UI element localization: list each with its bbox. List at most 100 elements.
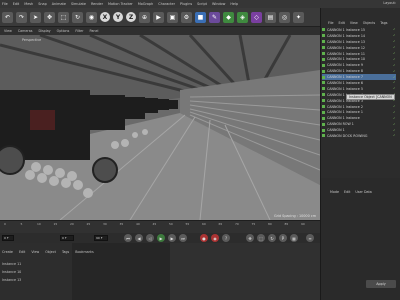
current-frame-field[interactable]: 0 F (60, 235, 74, 241)
scene-icon[interactable]: ▤ (265, 11, 276, 23)
menu-item[interactable]: Edit (13, 2, 20, 6)
bottom-menu-item[interactable]: Object (45, 250, 56, 254)
viewport-menu-item[interactable]: Panel (90, 29, 99, 33)
visibility-check-icon[interactable]: ✓ (393, 116, 396, 120)
object-list-item[interactable]: CANNON DOCK ROWING ✓ (322, 133, 396, 139)
coordinate-system-icon[interactable]: ⊕ (139, 11, 150, 23)
visibility-check-icon[interactable]: ✓ (393, 122, 396, 126)
viewport-menu-item[interactable]: View (4, 29, 12, 33)
bottom-menu-item[interactable]: Bookmarks (75, 250, 93, 254)
visibility-check-icon[interactable]: ✓ (393, 110, 396, 114)
rotate-icon[interactable]: ↻ (72, 11, 83, 23)
render-settings-icon[interactable]: ⚙ (181, 11, 192, 23)
menu-item[interactable]: Help (230, 2, 238, 6)
visibility-check-icon[interactable]: ✓ (393, 105, 396, 108)
go-start-icon[interactable]: ⏮ (124, 234, 132, 242)
visibility-check-icon[interactable]: ✓ (393, 46, 396, 49)
redo-icon[interactable]: ↷ (16, 11, 27, 23)
visibility-check-icon[interactable]: ✓ (393, 34, 396, 37)
menu-item[interactable]: Script (197, 2, 207, 6)
visibility-check-icon[interactable]: ✓ (393, 28, 396, 31)
visibility-check-icon[interactable]: ✓ (393, 57, 396, 61)
menu-item[interactable]: Character (158, 2, 175, 6)
object-manager-menu-item[interactable]: Edit (339, 21, 345, 25)
bottom-menu-item[interactable]: Edit (19, 250, 25, 254)
object-manager-menu-item[interactable]: Objects (363, 21, 375, 25)
z-axis-button[interactable]: Z (126, 12, 136, 22)
menu-item[interactable]: Simulate (71, 2, 86, 6)
attributes-tab[interactable]: User Data (355, 190, 371, 194)
x-axis-button[interactable]: X (100, 12, 110, 22)
light-icon[interactable]: ✦ (293, 11, 304, 23)
apply-button[interactable]: Apply (366, 280, 396, 288)
record-icon[interactable]: ● (200, 234, 208, 242)
layout-label[interactable]: Layout: (383, 1, 396, 5)
visibility-check-icon[interactable]: ✓ (393, 63, 396, 67)
visibility-check-icon[interactable]: ✓ (393, 81, 396, 84)
menu-item[interactable]: Render (91, 2, 103, 6)
menu-item[interactable]: Animate (52, 2, 66, 6)
object-manager-menu-item[interactable]: View (350, 21, 358, 25)
viewport-menu-item[interactable]: Cameras (18, 29, 33, 33)
select-icon[interactable]: ➤ (30, 11, 41, 23)
position-key-icon[interactable]: ✥ (246, 234, 254, 242)
cube-icon[interactable]: ■ (195, 11, 206, 23)
move-icon[interactable]: ✥ (44, 11, 55, 23)
visibility-check-icon[interactable]: ✓ (393, 134, 396, 137)
attributes-tab[interactable]: Mode (330, 190, 339, 194)
menu-item[interactable]: Snap (38, 2, 47, 6)
visibility-check-icon[interactable]: ✓ (393, 40, 396, 43)
list-item[interactable]: Instance 11 (2, 262, 21, 266)
pen-icon[interactable]: ✎ (209, 11, 220, 23)
menu-item[interactable]: Motion Tracker (108, 2, 133, 6)
end-frame-field[interactable]: 90 F (94, 235, 108, 241)
viewport-menu-item[interactable]: Display (38, 29, 50, 33)
play-icon[interactable]: ▶ (157, 234, 165, 242)
timeline-menu-icon[interactable]: ≡ (306, 234, 314, 242)
start-frame-field[interactable]: 0 F (2, 235, 14, 241)
render-picture-icon[interactable]: ▣ (167, 11, 178, 23)
recent-icon[interactable]: ◉ (86, 11, 97, 23)
autokey-icon[interactable]: ◉ (211, 234, 219, 242)
menu-item[interactable]: MoGraph (138, 2, 153, 6)
go-end-icon[interactable]: ⏭ (179, 234, 187, 242)
menu-item[interactable]: File (2, 2, 8, 6)
param-key-icon[interactable]: P (279, 234, 287, 242)
prev-key-icon[interactable]: ◀ (135, 234, 143, 242)
scale-icon[interactable]: ⬚ (58, 11, 69, 23)
visibility-check-icon[interactable]: ✓ (393, 52, 396, 55)
object-manager-menu-item[interactable]: Tags (380, 21, 387, 25)
visibility-check-icon[interactable]: ✓ (393, 87, 396, 90)
menu-item[interactable]: Mesh (24, 2, 33, 6)
visibility-check-icon[interactable]: ✓ (393, 128, 396, 132)
object-manager-menu-item[interactable]: File (328, 21, 334, 25)
menu-item[interactable]: Plugins (180, 2, 192, 6)
list-item[interactable]: Instance 10 (2, 270, 21, 274)
timeline-ruler[interactable]: 0 5 10 15 20 25 30 35 40 45 50 55 60 65 70 75 80 85 90 (0, 220, 320, 233)
render-view-icon[interactable]: ▶ (153, 11, 164, 23)
keyframe-selection-icon[interactable]: ? (222, 234, 230, 242)
list-item[interactable]: Instance 13 (2, 278, 21, 282)
rotation-key-icon[interactable]: ↻ (268, 234, 276, 242)
cloner-icon[interactable]: ◈ (237, 11, 248, 23)
deformer-icon[interactable]: ◇ (251, 11, 262, 23)
bottom-menu-item[interactable]: Tags (62, 250, 69, 254)
material-panel[interactable] (170, 243, 320, 300)
bottom-menu-item[interactable]: View (31, 250, 39, 254)
viewport-menu-item[interactable]: Options (57, 29, 70, 33)
subdivision-icon[interactable]: ◆ (223, 11, 234, 23)
attributes-tab[interactable]: Edit (344, 190, 350, 194)
3d-viewport[interactable]: Grid Spacing : 10000 cm (0, 35, 320, 220)
y-axis-button[interactable]: Y (113, 12, 123, 22)
play-back-icon[interactable]: ◁ (146, 234, 154, 242)
viewport-menu-item[interactable]: Filter (75, 29, 83, 33)
bottom-menu-item[interactable]: Create (2, 250, 13, 254)
visibility-check-icon[interactable]: ✓ (393, 75, 396, 79)
camera-icon[interactable]: ◎ (279, 11, 290, 23)
pla-key-icon[interactable]: ▦ (290, 234, 298, 242)
visibility-check-icon[interactable]: ✓ (393, 69, 396, 73)
menu-item[interactable]: Window (212, 2, 225, 6)
scale-key-icon[interactable]: ⬚ (257, 234, 265, 242)
undo-icon[interactable]: ↶ (2, 11, 13, 23)
next-key-icon[interactable]: ▶ (168, 234, 176, 242)
